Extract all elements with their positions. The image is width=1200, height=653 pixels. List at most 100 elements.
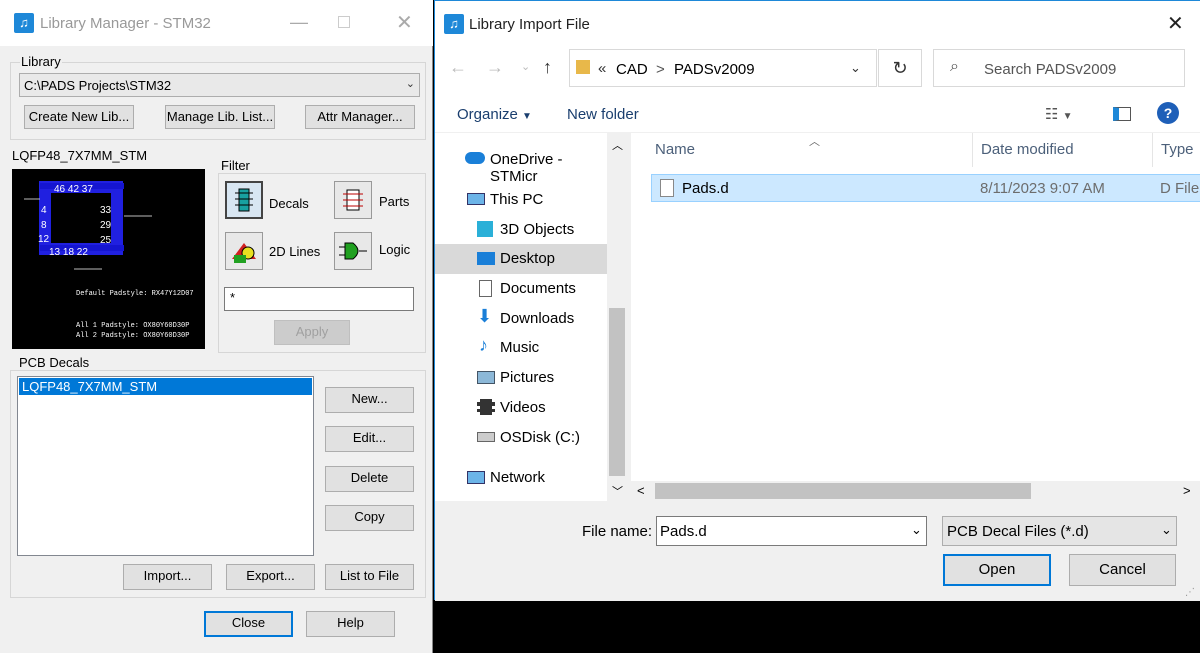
resize-grip-icon[interactable]: ⋰ [1185, 587, 1195, 598]
column-header-date[interactable]: Date modified [981, 141, 1074, 158]
chevron-down-icon[interactable]: ⌄ [911, 522, 922, 538]
library-path: C:\PADS Projects\STM32 [24, 78, 172, 93]
help-button[interactable]: Help [306, 611, 395, 637]
refresh-icon[interactable]: ↻ [878, 49, 922, 87]
2d-lines-icon [232, 243, 256, 263]
decals-filter-button[interactable] [225, 181, 263, 219]
nav-item-downloads[interactable]: ⬇ Downloads [435, 304, 607, 334]
breadcrumb-cad[interactable]: CAD [616, 61, 648, 78]
preview-name: LQFP48_7X7MM_STM [12, 148, 148, 163]
file-type: D File [1160, 180, 1200, 197]
caret-down-icon: ▼ [522, 111, 532, 122]
apply-button[interactable]: Apply [274, 320, 350, 345]
nav-item-3d-objects[interactable]: 3D Objects [435, 215, 607, 245]
nav-item-videos[interactable]: Videos [435, 393, 607, 423]
minimize-icon[interactable]: — [290, 12, 308, 33]
scroll-up-icon[interactable]: ︿ [612, 137, 623, 153]
create-new-lib-button[interactable]: Create New Lib... [24, 105, 134, 129]
attr-manager-button[interactable]: Attr Manager... [305, 105, 415, 129]
nav-item-music[interactable]: ♪ Music [435, 333, 607, 363]
nav-item-label: Music [500, 339, 540, 356]
lines2d-filter-button[interactable] [225, 232, 263, 270]
logic-filter-button[interactable] [334, 232, 372, 270]
open-button[interactable]: Open [943, 554, 1051, 586]
new-folder-button[interactable]: New folder [567, 106, 639, 123]
chevron-down-icon[interactable]: ⌄ [850, 60, 861, 76]
filter-input[interactable]: * [224, 287, 414, 311]
right-pin-29: 29 [100, 220, 112, 231]
top-pin-labels: 46 42 37 [54, 184, 93, 195]
nav-item-this-pc[interactable]: This PC [435, 185, 607, 215]
nav-item-label: This PC [490, 191, 544, 208]
view-options-icon[interactable]: ☷ ▼ [1045, 105, 1073, 123]
nav-item-pictures[interactable]: Pictures [435, 363, 607, 393]
list-item[interactable]: LQFP48_7X7MM_STM [19, 378, 312, 395]
nav-item-label: Videos [500, 399, 546, 416]
file-name-input[interactable]: Pads.d ⌄ [656, 516, 927, 546]
scroll-left-icon[interactable]: < [637, 483, 645, 498]
delete-button[interactable]: Delete [325, 466, 414, 492]
import-button[interactable]: Import... [123, 564, 212, 590]
bottom-pin-labels: 13 18 22 [49, 247, 88, 258]
search-box[interactable]: ⌕ Search PADSv2009 [933, 49, 1185, 87]
copy-button[interactable]: Copy [325, 505, 414, 531]
scrollbar-thumb[interactable] [609, 308, 625, 476]
library-combo[interactable]: C:\PADS Projects\STM32 ⌄ [19, 73, 420, 97]
music-note-icon: ♪ [479, 335, 488, 355]
nav-item-label: Pictures [500, 369, 555, 386]
breadcrumb-separator: > [656, 61, 665, 78]
nav-item-label: OSDisk (C:) [500, 429, 580, 446]
close-icon[interactable]: ✕ [396, 10, 413, 35]
back-icon[interactable]: ← [449, 57, 467, 78]
cloud-icon [465, 152, 485, 164]
pcb-decals-label: PCB Decals [18, 355, 91, 370]
nav-item-desktop[interactable]: Desktop [435, 244, 607, 274]
nav-item-label: Downloads [500, 310, 575, 327]
scroll-down-icon[interactable]: ﹀ [612, 483, 623, 499]
column-divider [972, 133, 973, 167]
cancel-button[interactable]: Cancel [1069, 554, 1176, 586]
left-pin-8: 8 [41, 220, 47, 231]
edit-button[interactable]: Edit... [325, 426, 414, 452]
table-row[interactable]: Pads.d 8/11/2023 9:07 AM D File [651, 174, 1200, 202]
organize-button[interactable]: Organize ▼ [457, 106, 532, 123]
file-name-value: Pads.d [660, 523, 707, 540]
help-icon[interactable]: ? [1157, 102, 1179, 124]
nav-item-documents[interactable]: Documents [435, 274, 607, 304]
default-padstyle-text: Default Padstyle: RX47Y12D07 [76, 290, 194, 298]
nav-item-osdisk[interactable]: OSDisk (C:) [435, 423, 607, 453]
library-import-dialog: ♫ Library Import File ✕ ← → ⌄ ↑ « CAD > … [434, 0, 1200, 601]
export-button[interactable]: Export... [226, 564, 315, 590]
import-dialog-title: Library Import File [469, 16, 590, 33]
new-button[interactable]: New... [325, 387, 414, 413]
nav-item-label: 3D Objects [500, 221, 575, 238]
close-icon[interactable]: ✕ [1167, 11, 1184, 36]
scroll-right-icon[interactable]: > [1183, 483, 1191, 498]
nav-item-onedrive[interactable]: OneDrive - STMicr [435, 145, 607, 185]
horizontal-scrollbar[interactable]: < > [631, 481, 1200, 501]
column-header-name[interactable]: Name [655, 141, 695, 158]
scrollbar-thumb[interactable] [655, 483, 1031, 499]
file-type-select[interactable]: PCB Decal Files (*.d) ⌄ [942, 516, 1177, 546]
preview-pane-icon[interactable] [1113, 107, 1131, 121]
decal-preview: 46 42 37 33 29 25 4 8 12 13 18 22 Defaul… [12, 169, 205, 349]
list-to-file-button[interactable]: List to File [325, 564, 414, 590]
column-header-type[interactable]: Type [1161, 141, 1194, 158]
maximize-icon[interactable] [338, 16, 350, 28]
breadcrumb-folder[interactable]: PADSv2009 [674, 61, 755, 78]
pcb-decals-list[interactable]: LQFP48_7X7MM_STM [17, 376, 314, 556]
app-icon: ♫ [14, 13, 34, 33]
parts-filter-button[interactable] [334, 181, 372, 219]
manage-lib-list-button[interactable]: Manage Lib. List... [165, 105, 275, 129]
organize-label: Organize [457, 106, 518, 123]
file-name: Pads.d [682, 180, 729, 197]
address-bar[interactable]: « CAD > PADSv2009 ⌄ [569, 49, 877, 87]
breadcrumb-overflow[interactable]: « [598, 60, 606, 77]
forward-icon[interactable]: → [486, 57, 504, 78]
close-button[interactable]: Close [204, 611, 293, 637]
command-bar: Organize ▼ New folder ☷ ▼ ? [435, 95, 1200, 133]
up-icon[interactable]: ↑ [543, 57, 552, 78]
recent-locations-icon[interactable]: ⌄ [521, 60, 530, 73]
nav-scrollbar[interactable]: ︿ ﹀ [607, 133, 627, 501]
nav-item-network[interactable]: Network [435, 463, 607, 493]
